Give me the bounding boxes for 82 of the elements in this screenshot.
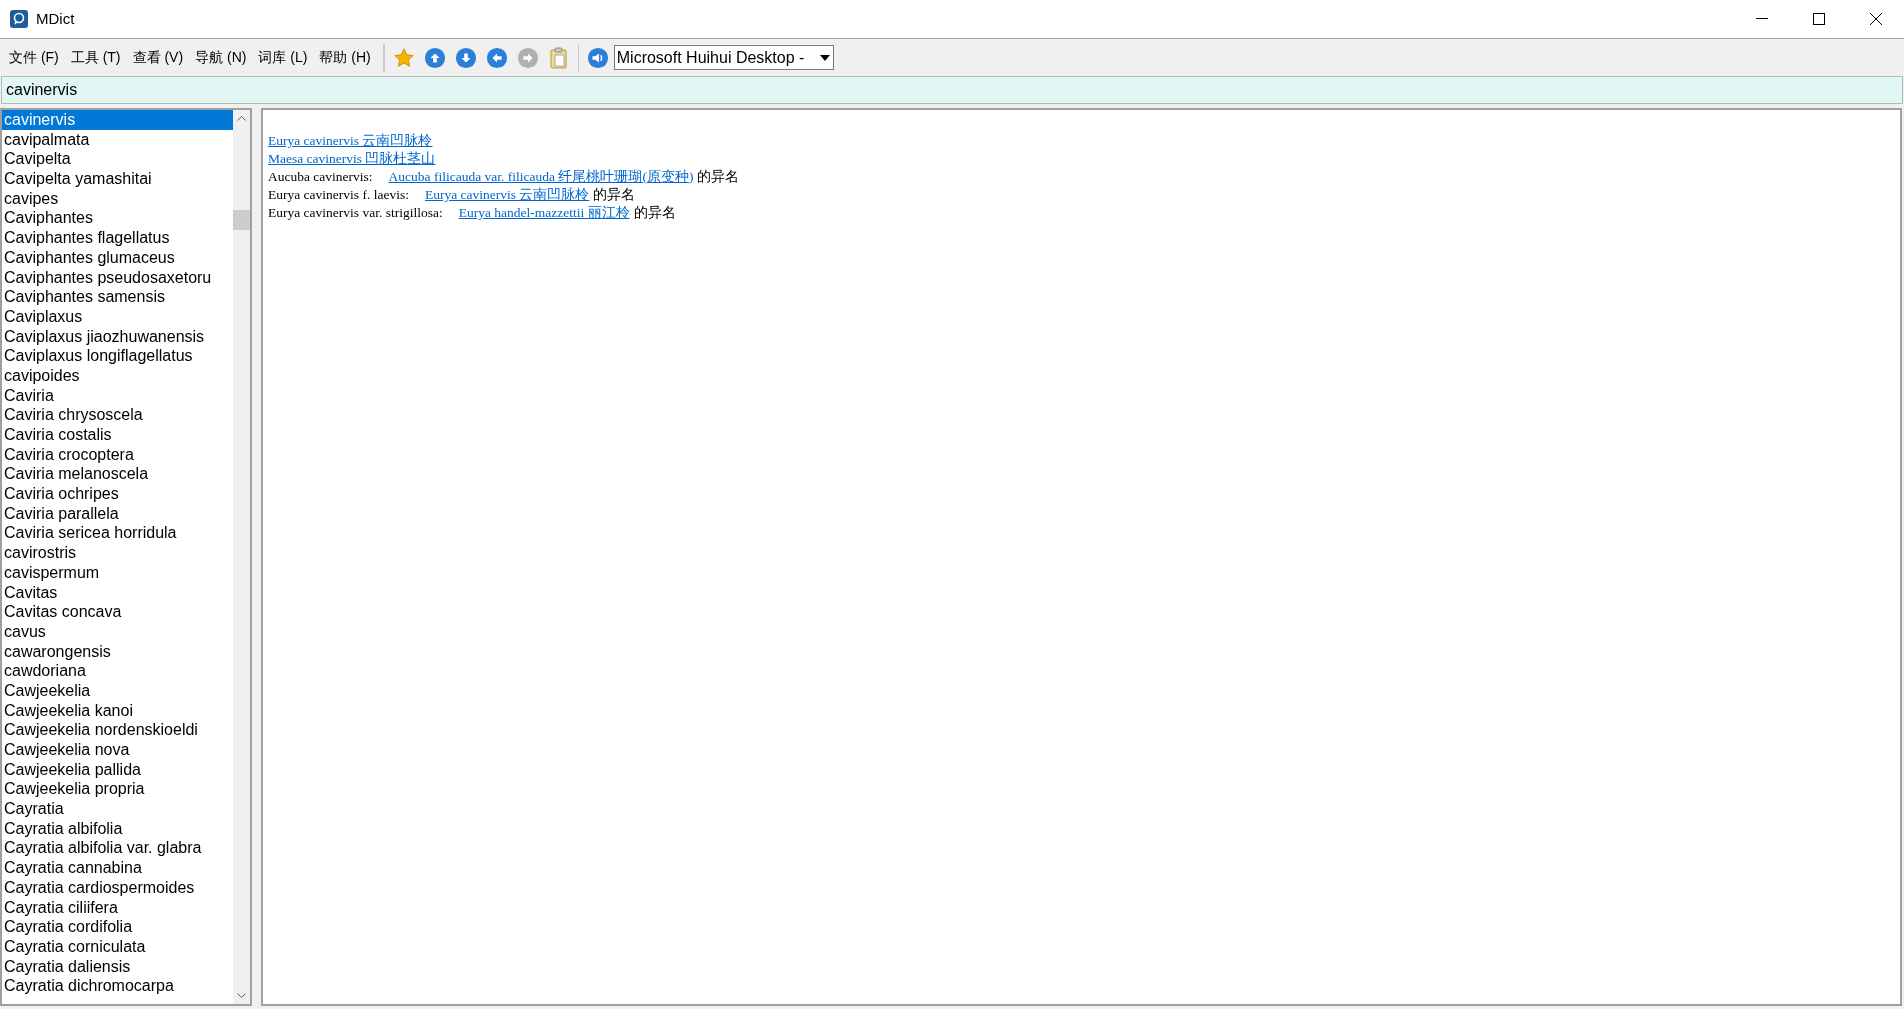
star-icon	[392, 46, 415, 69]
entry-link[interactable]: Aucuba filicauda var. filicauda 纤尾桃叶珊瑚(原变种)	[388, 168, 694, 186]
word-list-item[interactable]: Cawjeekelia kanoi	[2, 700, 233, 721]
arrow-right-icon	[516, 46, 539, 69]
word-list-item[interactable]: Caviria melanoscela	[2, 464, 233, 485]
arrow-left-icon	[485, 46, 508, 69]
word-list-item[interactable]: Cawjeekelia pallida	[2, 759, 233, 780]
menu-item[interactable]: 工具 (T)	[64, 42, 127, 73]
word-list-item[interactable]: cavipes	[2, 188, 233, 209]
maximize-icon	[1812, 13, 1825, 25]
word-list-item[interactable]: Caviphantes	[2, 208, 233, 229]
word-list-item[interactable]: cawdoriana	[2, 661, 233, 681]
menu-item[interactable]: 导航 (N)	[189, 42, 253, 73]
word-list-item[interactable]: Cawjeekelia propria	[2, 779, 233, 800]
menu-item[interactable]: 词库 (L)	[252, 42, 314, 73]
entry-suffix: 的异名	[593, 186, 636, 204]
word-list-item[interactable]: Caviphantes flagellatus	[2, 228, 233, 248]
word-list-item[interactable]: Caviphantes glumaceus	[2, 247, 233, 268]
word-list-item[interactable]: Cavipelta yamashitai	[2, 169, 233, 189]
app-logo-icon	[10, 10, 28, 28]
arrow-up-icon	[423, 46, 446, 69]
word-list-item[interactable]: cavirostris	[2, 543, 233, 563]
word-list-item[interactable]: Caviria ochripes	[2, 484, 233, 504]
voice-dropdown-value: Microsoft Huihui Desktop -	[615, 47, 806, 68]
word-list-item[interactable]: Cayratia	[2, 799, 233, 819]
word-list-item[interactable]: Cayratia cannabina	[2, 858, 233, 878]
word-list-item[interactable]: Caviria sericea horridula	[2, 523, 233, 544]
word-list-item[interactable]: Cayratia dichromocarpa	[2, 976, 233, 996]
arrow-down-icon	[454, 46, 477, 69]
word-list-item[interactable]: Cayratia cardiospermoides	[2, 877, 233, 898]
word-list-item[interactable]: Cavipelta	[2, 149, 233, 170]
word-list-item[interactable]: Caviphantes pseudosaxetoru	[2, 267, 233, 288]
menu-item[interactable]: 查看 (V)	[126, 42, 190, 73]
speaker-icon	[586, 46, 609, 69]
word-list-item[interactable]: Cavitas	[2, 582, 233, 603]
word-list-item[interactable]: Caviria chrysoscela	[2, 405, 233, 425]
entry-suffix: 的异名	[697, 168, 740, 186]
word-list-item[interactable]: Cayratia albifolia var. glabra	[2, 838, 233, 859]
word-list-item[interactable]: Cayratia cordifolia	[2, 917, 233, 937]
menu-item[interactable]: 帮助 (H)	[313, 42, 377, 73]
entry-suffix: 的异名	[633, 204, 676, 222]
word-list-item[interactable]: Caviria costalis	[2, 425, 233, 445]
word-list-item[interactable]: Cayratia corniculata	[2, 936, 233, 957]
word-list-item[interactable]: Caviplaxus longiflagellatus	[2, 346, 233, 366]
word-list-item[interactable]: Caviplaxus jiaozhuwanensis	[2, 326, 233, 347]
entry-term: Aucuba cavinervis:	[268, 168, 373, 186]
word-list-item[interactable]: Cayratia albifolia	[2, 818, 233, 839]
word-list-item[interactable]: cawarongensis	[2, 641, 233, 662]
search-input[interactable]: cavinervis	[2, 78, 1902, 102]
word-list-item[interactable]: Caviria	[2, 385, 233, 406]
word-list-item[interactable]: Caviria crocoptera	[2, 444, 233, 465]
entry-link[interactable]: Maesa cavinervis 凹脉杜茎山	[268, 150, 436, 168]
scroll-up-icon[interactable]	[237, 116, 246, 121]
word-list-item[interactable]: Cayratia ciliifera	[2, 897, 233, 918]
window-title: MDict	[36, 8, 75, 29]
word-list-item[interactable]: cavus	[2, 621, 233, 642]
minimize-icon	[1755, 18, 1768, 20]
entry-term: Eurya cavinervis f. laevis:	[268, 186, 409, 204]
entry-link[interactable]: Eurya cavinervis 云南凹脉柃	[424, 186, 590, 204]
word-list-item[interactable]: Caviplaxus	[2, 306, 233, 327]
word-list-item[interactable]: Cawjeekelia nova	[2, 740, 233, 760]
word-list-item[interactable]: Caviria parallela	[2, 503, 233, 524]
entry-term: Eurya cavinervis var. strigillosa:	[268, 204, 443, 222]
word-list-item[interactable]: Cavitas concava	[2, 602, 233, 622]
scroll-down-icon[interactable]	[237, 993, 246, 998]
vertical-scrollbar[interactable]	[233, 110, 250, 1004]
word-list-item[interactable]: cavinervis	[2, 110, 233, 130]
word-list-item[interactable]: Cawjeekelia nordenskioeldi	[2, 720, 233, 740]
word-list-item[interactable]: cavipoides	[2, 365, 233, 386]
close-icon	[1869, 13, 1882, 25]
entry-link[interactable]: Eurya cavinervis 云南凹脉柃	[268, 132, 433, 150]
word-list-item[interactable]: cavipalmata	[2, 129, 233, 150]
clipboard-icon	[548, 46, 569, 69]
dropdown-caret-icon	[819, 54, 830, 61]
word-list-item[interactable]: Cayratia daliensis	[2, 956, 233, 977]
entry-link[interactable]: Eurya handel-mazzettii 丽江柃	[458, 204, 630, 222]
word-list-item[interactable]: Caviphantes samensis	[2, 287, 233, 307]
scrollbar-thumb[interactable]	[233, 210, 250, 230]
word-list-item[interactable]: Cawjeekelia	[2, 680, 233, 701]
menu-item[interactable]: 文件 (F)	[3, 42, 65, 73]
voice-dropdown[interactable]: Microsoft Huihui Desktop -	[613, 45, 834, 70]
word-list-item[interactable]: cavispermum	[2, 562, 233, 583]
